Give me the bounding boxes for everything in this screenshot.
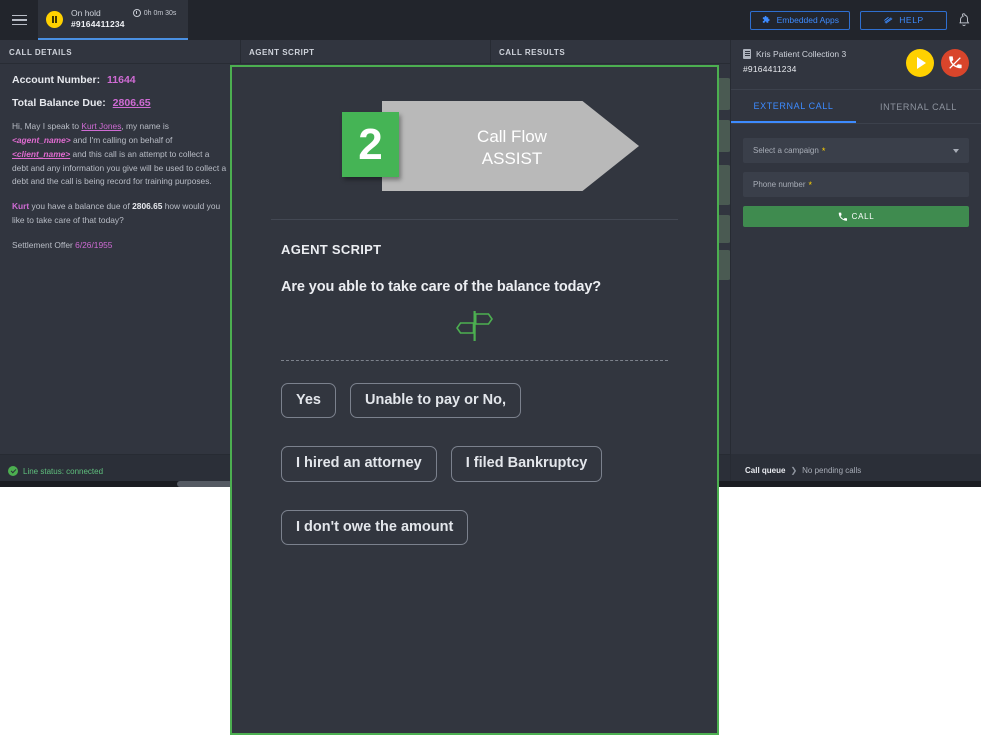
record-header: Kris Patient Collection 3 #9164411234 <box>731 40 981 90</box>
banner-line-2: ASSIST <box>481 148 543 168</box>
on-hold-icon <box>46 10 63 28</box>
embedded-apps-button[interactable]: Embedded Apps <box>749 10 850 30</box>
total-balance-row: Total Balance Due: 2806.65 <box>12 97 228 109</box>
banner-label: Call Flow ASSIST <box>422 126 602 170</box>
answer-option-dont-owe[interactable]: I don't owe the amount <box>281 509 469 546</box>
greeting-text-1: Hi, May I speak to <box>12 121 82 131</box>
call-details-panel: Account Number: 11644 Total Balance Due:… <box>0 64 240 454</box>
call-queue-value: No pending calls <box>802 466 862 475</box>
greeting-text-3: and I'm calling on behalf of <box>70 134 173 145</box>
greeting-paragraph: Hi, May I speak to Kurt Jones, my name i… <box>12 120 228 189</box>
notification-bell-icon[interactable] <box>957 12 971 28</box>
tab-external-call[interactable]: EXTERNAL CALL <box>731 90 856 123</box>
settlement-date: 6/26/1955 <box>75 240 113 251</box>
balance-customer-name: Kurt <box>12 201 30 212</box>
active-call-tab[interactable]: On hold #9164411234 0h 0m 30s <box>38 0 189 40</box>
call-number-text: #9164411234 <box>71 19 125 29</box>
record-number: #9164411234 <box>743 64 797 74</box>
line-status-text: Line status: connected <box>23 466 104 476</box>
call-flow-banner: Call Flow ASSIST 2 <box>232 86 717 201</box>
phone-placeholder: Phone number <box>753 180 806 189</box>
dialer-panel: Kris Patient Collection 3 #9164411234 EX… <box>730 40 981 454</box>
total-balance-value: 2806.65 <box>112 97 151 109</box>
customer-name-link[interactable]: Kurt Jones <box>81 121 121 131</box>
embedded-apps-label: Embedded Apps <box>776 15 839 25</box>
agent-name-placeholder: <agent_name> <box>12 134 71 145</box>
column-header-call-results: CALL RESULTS <box>499 48 566 57</box>
answer-option-unable-to-pay[interactable]: Unable to pay or No, <box>350 383 521 419</box>
call-type-tabs: EXTERNAL CALL INTERNAL CALL <box>731 90 981 124</box>
check-circle-icon <box>8 466 18 476</box>
balance-amount: 2806.65 <box>132 201 163 212</box>
balance-paragraph: Kurt you have a balance due of 2806.65 h… <box>12 200 228 228</box>
play-call-button[interactable] <box>906 49 934 77</box>
modal-section-title: AGENT SCRIPT <box>281 242 382 257</box>
call-button[interactable]: CALL <box>743 206 969 227</box>
clock-icon <box>132 9 141 17</box>
campaign-select[interactable]: Select a campaign * <box>743 138 969 163</box>
answer-option-hired-attorney[interactable]: I hired an attorney <box>281 446 437 482</box>
document-icon <box>743 49 751 59</box>
call-timer-text: 0h 0m 30s <box>143 9 177 17</box>
help-label: HELP <box>899 15 924 25</box>
answer-options: Yes Unable to pay or No, I hired an atto… <box>281 383 668 546</box>
phone-number-input[interactable]: Phone number * <box>743 172 969 197</box>
tab-internal-call[interactable]: INTERNAL CALL <box>856 90 981 123</box>
balance-text-1: you have a balance due of <box>29 201 133 212</box>
column-divider-2 <box>490 40 491 64</box>
call-button-label: CALL <box>851 212 875 221</box>
modal-dashed-divider <box>281 360 668 361</box>
call-queue-label: Call queue <box>745 466 786 475</box>
campaign-required-marker: * <box>821 145 826 156</box>
top-bar: On hold #9164411234 0h 0m 30s Embedded A… <box>0 0 981 40</box>
step-number-badge: 2 <box>342 112 399 177</box>
total-balance-label: Total Balance Due: <box>12 97 106 109</box>
answer-option-filed-bankruptcy[interactable]: I filed Bankruptcy <box>450 446 603 482</box>
banner-line-1: Call Flow <box>477 127 547 146</box>
call-flow-assist-modal: Call Flow ASSIST 2 AGENT SCRIPT Are you … <box>230 65 719 735</box>
answer-option-yes[interactable]: Yes <box>281 383 336 419</box>
lifebuoy-icon <box>884 16 893 24</box>
call-timer: 0h 0m 30s <box>132 9 177 17</box>
account-number-row: Account Number: 11644 <box>12 74 228 86</box>
play-icon <box>917 57 926 69</box>
modal-divider <box>271 219 678 220</box>
end-call-icon <box>949 56 962 69</box>
settlement-paragraph: Settlement Offer 6/26/1955 <box>12 239 228 253</box>
modal-question: Are you able to take care of the balance… <box>281 279 602 295</box>
column-header-agent-script: AGENT SCRIPT <box>249 48 315 57</box>
record-title: Kris Patient Collection 3 <box>756 49 847 59</box>
phone-required-marker: * <box>808 179 812 190</box>
account-number-label: Account Number: <box>12 74 101 86</box>
column-header-call-details: CALL DETAILS <box>9 48 73 57</box>
line-status: Line status: connected <box>0 466 103 476</box>
hamburger-menu-icon[interactable] <box>0 0 38 40</box>
puzzle-icon <box>762 15 770 23</box>
end-call-button[interactable] <box>941 49 969 77</box>
account-number-value: 11644 <box>107 74 136 86</box>
settlement-label: Settlement Offer <box>12 240 76 251</box>
client-name-placeholder: <client_name> <box>12 148 71 159</box>
phone-icon <box>838 212 847 221</box>
chevron-down-icon <box>953 148 959 153</box>
record-title-row: Kris Patient Collection 3 <box>743 49 899 59</box>
call-status-text: On hold <box>71 8 101 19</box>
help-button[interactable]: HELP <box>860 10 947 30</box>
chevron-right-icon: ❯ <box>790 466 798 475</box>
campaign-placeholder: Select a campaign <box>753 146 819 155</box>
greeting-text-2: , my name is <box>121 121 169 131</box>
signpost-directions-icon <box>281 310 668 342</box>
column-divider-1 <box>240 40 241 64</box>
